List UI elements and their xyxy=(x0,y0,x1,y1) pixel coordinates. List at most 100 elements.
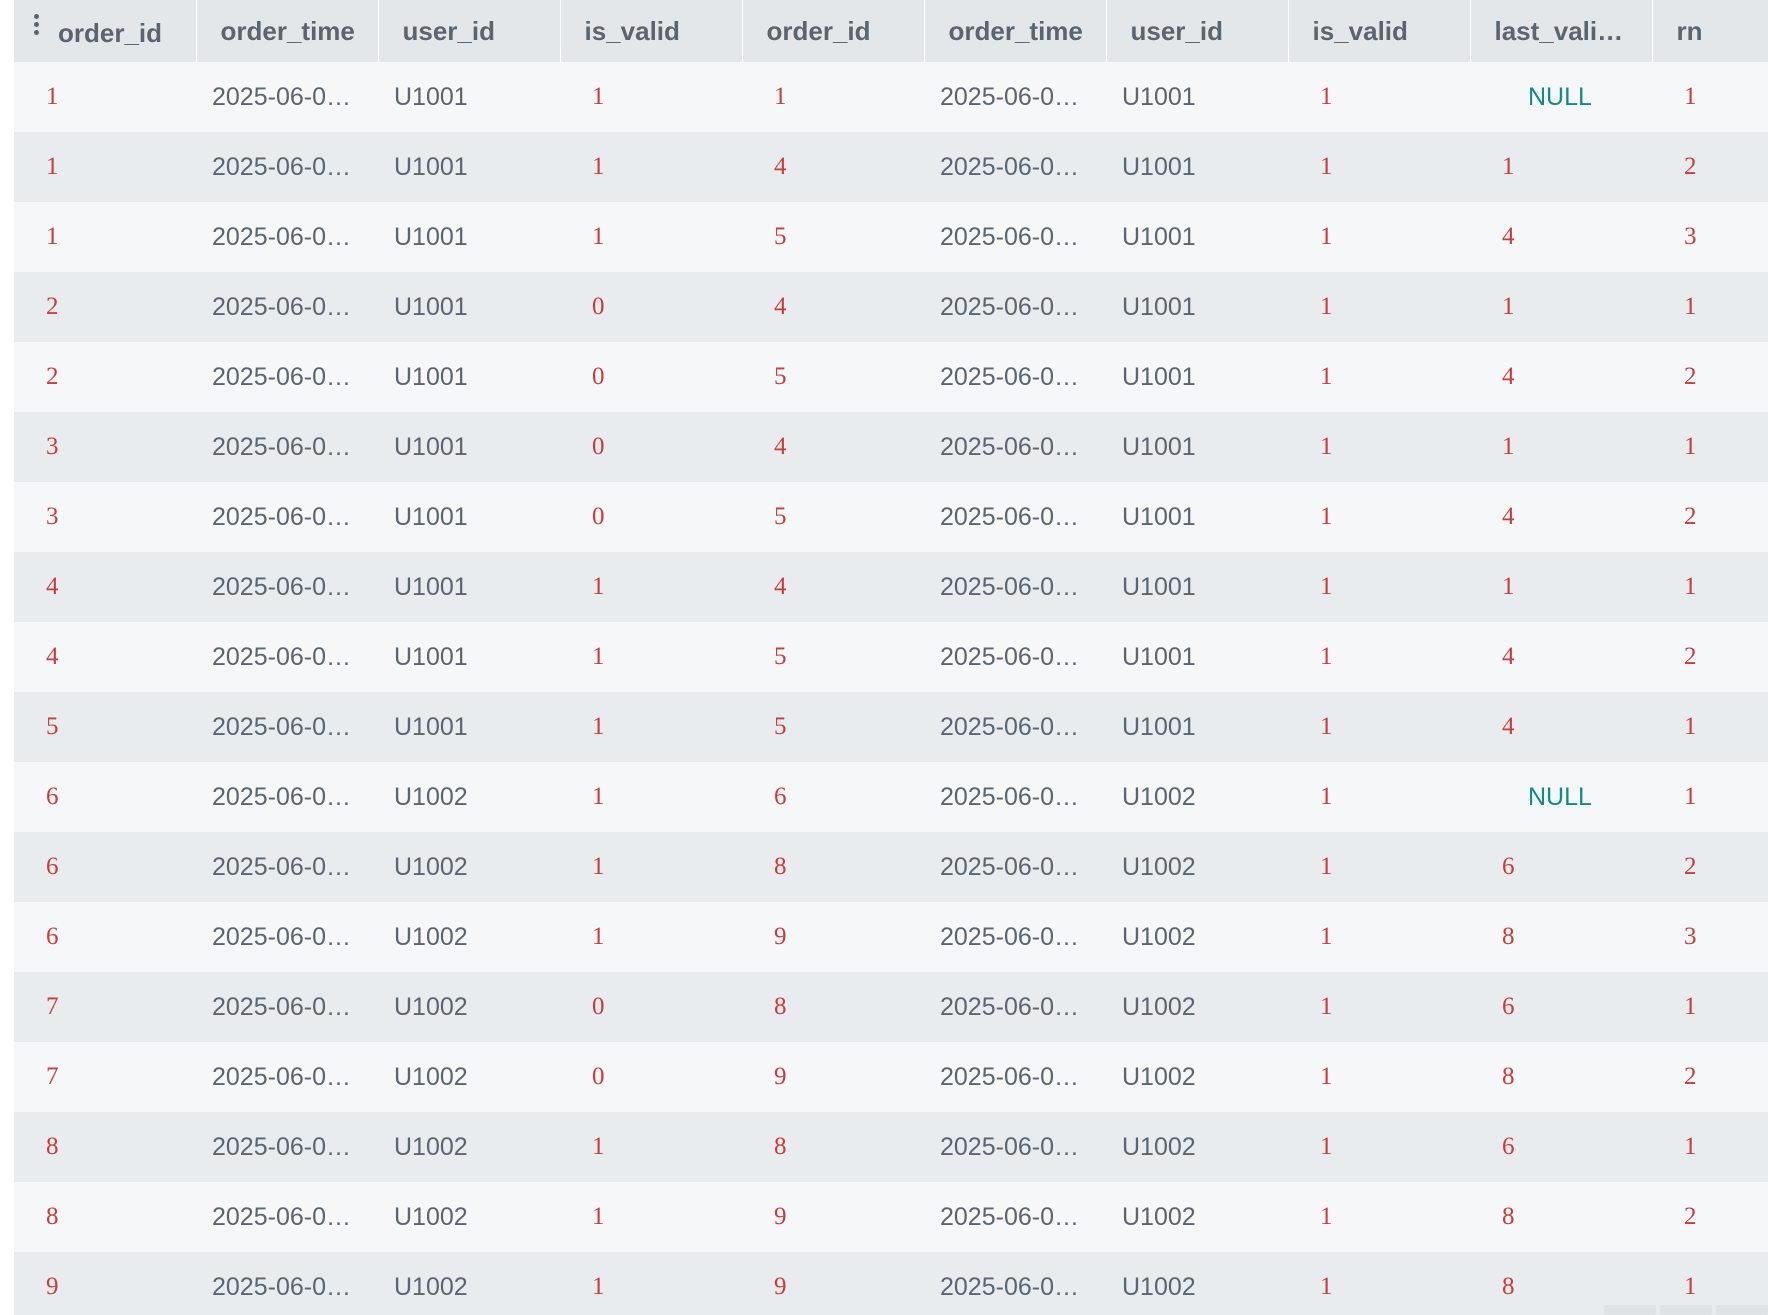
table-cell[interactable]: 1 xyxy=(742,62,924,132)
table-cell[interactable]: 2 xyxy=(14,272,196,342)
column-header-1[interactable]: order_time xyxy=(196,0,379,62)
table-cell[interactable]: 2025-06-0… xyxy=(924,622,1106,692)
column-header-8[interactable]: last_vali… xyxy=(1470,0,1653,62)
table-cell[interactable]: 1 xyxy=(560,692,742,762)
table-cell[interactable]: 2025-06-0… xyxy=(196,622,378,692)
table-cell[interactable]: 1 xyxy=(560,1182,742,1252)
table-cell[interactable]: 1 xyxy=(14,132,196,202)
table-cell[interactable]: 0 xyxy=(560,272,742,342)
table-row[interactable]: 8 2025-06-0… U1002 1 8 2025-06-0… U1002 1 6 1 xyxy=(14,1112,1768,1182)
table-cell[interactable]: U1001 xyxy=(1106,62,1288,132)
table-cell[interactable]: 2025-06-0… xyxy=(924,202,1106,272)
table-cell[interactable]: 1 xyxy=(1652,272,1768,342)
table-cell[interactable]: 2 xyxy=(1652,342,1768,412)
table-cell[interactable]: 2025-06-0… xyxy=(196,482,378,552)
table-cell[interactable]: U1001 xyxy=(378,342,560,412)
table-cell[interactable]: 1 xyxy=(560,622,742,692)
table-cell[interactable]: 1 xyxy=(1288,202,1470,272)
table-cell[interactable]: 2 xyxy=(1652,132,1768,202)
table-row[interactable]: 2 2025-06-0… U1001 0 4 2025-06-0… U1001 1 1 1 xyxy=(14,272,1768,342)
column-menu-icon[interactable] xyxy=(34,13,42,38)
table-cell[interactable]: 3 xyxy=(1652,902,1768,972)
table-cell[interactable]: 1 xyxy=(560,132,742,202)
table-cell[interactable]: 2 xyxy=(1652,832,1768,902)
table-cell[interactable]: 2025-06-0… xyxy=(196,1252,378,1315)
table-cell[interactable]: 2025-06-0… xyxy=(924,272,1106,342)
table-cell[interactable]: 3 xyxy=(14,412,196,482)
table-row[interactable]: 1 2025-06-0… U1001 1 4 2025-06-0… U1001 1 1 2 xyxy=(14,132,1768,202)
table-row[interactable]: 3 2025-06-0… U1001 0 5 2025-06-0… U1001 1 4 2 xyxy=(14,482,1768,552)
table-cell[interactable]: 1 xyxy=(1652,762,1768,832)
table-cell[interactable]: 2 xyxy=(1652,1182,1768,1252)
table-cell[interactable]: 1 xyxy=(1470,132,1652,202)
table-cell[interactable]: 0 xyxy=(560,482,742,552)
table-cell[interactable]: 9 xyxy=(742,1252,924,1315)
table-cell[interactable]: 1 xyxy=(1288,132,1470,202)
table-cell[interactable]: 1 xyxy=(1470,272,1652,342)
table-cell[interactable]: 9 xyxy=(742,1042,924,1112)
table-cell[interactable]: 0 xyxy=(560,972,742,1042)
table-row[interactable]: 2 2025-06-0… U1001 0 5 2025-06-0… U1001 1 4 2 xyxy=(14,342,1768,412)
table-cell[interactable]: 6 xyxy=(1470,972,1652,1042)
table-cell[interactable]: U1002 xyxy=(378,1112,560,1182)
table-cell[interactable]: U1001 xyxy=(1106,202,1288,272)
table-cell[interactable]: U1001 xyxy=(1106,622,1288,692)
table-cell[interactable]: 6 xyxy=(1470,832,1652,902)
table-cell[interactable]: 2025-06-0… xyxy=(196,552,378,622)
table-cell[interactable]: U1002 xyxy=(1106,972,1288,1042)
table-cell[interactable]: 1 xyxy=(1288,832,1470,902)
table-cell[interactable]: U1002 xyxy=(1106,902,1288,972)
table-cell[interactable]: U1001 xyxy=(378,482,560,552)
table-cell[interactable]: 1 xyxy=(1288,412,1470,482)
table-cell[interactable]: U1002 xyxy=(378,1042,560,1112)
table-cell[interactable]: 2025-06-0… xyxy=(924,692,1106,762)
null-cell[interactable]: NULL xyxy=(1470,62,1652,132)
table-row[interactable]: 6 2025-06-0… U1002 1 6 2025-06-0… U1002 1 NULL 1 xyxy=(14,762,1768,832)
table-cell[interactable]: 1 xyxy=(1288,342,1470,412)
column-header-5[interactable]: order_time xyxy=(924,0,1107,62)
table-cell[interactable]: U1002 xyxy=(1106,1042,1288,1112)
table-cell[interactable]: 2025-06-0… xyxy=(924,832,1106,902)
table-cell[interactable]: 6 xyxy=(14,832,196,902)
column-header-2[interactable]: user_id xyxy=(378,0,561,62)
table-cell[interactable]: 3 xyxy=(14,482,196,552)
table-cell[interactable]: 6 xyxy=(14,902,196,972)
table-cell[interactable]: U1001 xyxy=(378,622,560,692)
table-cell[interactable]: 1 xyxy=(1652,62,1768,132)
table-cell[interactable]: 6 xyxy=(1470,1112,1652,1182)
table-cell[interactable]: U1002 xyxy=(1106,762,1288,832)
table-row[interactable]: 6 2025-06-0… U1002 1 9 2025-06-0… U1002 1 8 3 xyxy=(14,902,1768,972)
table-cell[interactable]: 6 xyxy=(742,762,924,832)
table-cell[interactable]: 1 xyxy=(1470,412,1652,482)
table-cell[interactable]: 4 xyxy=(1470,202,1652,272)
table-cell[interactable]: 1 xyxy=(14,202,196,272)
table-cell[interactable]: 2025-06-0… xyxy=(924,482,1106,552)
table-cell[interactable]: 5 xyxy=(742,622,924,692)
column-header-6[interactable]: user_id xyxy=(1106,0,1289,62)
table-cell[interactable]: 5 xyxy=(742,482,924,552)
table-cell[interactable]: U1002 xyxy=(1106,1182,1288,1252)
table-cell[interactable]: 1 xyxy=(1288,902,1470,972)
table-cell[interactable]: 8 xyxy=(742,832,924,902)
table-cell[interactable]: 2025-06-0… xyxy=(196,342,378,412)
table-row[interactable]: 7 2025-06-0… U1002 0 9 2025-06-0… U1002 1 8 2 xyxy=(14,1042,1768,1112)
table-cell[interactable]: 5 xyxy=(742,692,924,762)
table-cell[interactable]: 8 xyxy=(1470,1182,1652,1252)
table-cell[interactable]: 2025-06-0… xyxy=(924,972,1106,1042)
table-cell[interactable]: 1 xyxy=(560,62,742,132)
table-cell[interactable]: 0 xyxy=(560,1042,742,1112)
table-cell[interactable]: U1001 xyxy=(1106,132,1288,202)
table-cell[interactable]: U1001 xyxy=(378,132,560,202)
table-cell[interactable]: 1 xyxy=(1288,552,1470,622)
table-cell[interactable]: 4 xyxy=(1470,482,1652,552)
table-cell[interactable]: 2025-06-0… xyxy=(924,1182,1106,1252)
table-cell[interactable]: U1001 xyxy=(1106,692,1288,762)
table-cell[interactable]: 2 xyxy=(1652,482,1768,552)
table-cell[interactable]: 3 xyxy=(1652,202,1768,272)
table-cell[interactable]: 4 xyxy=(1470,622,1652,692)
table-cell[interactable]: 2025-06-0… xyxy=(196,412,378,482)
table-cell[interactable]: 6 xyxy=(14,762,196,832)
table-cell[interactable]: 4 xyxy=(14,622,196,692)
table-cell[interactable]: 4 xyxy=(1470,692,1652,762)
table-cell[interactable]: 4 xyxy=(742,412,924,482)
